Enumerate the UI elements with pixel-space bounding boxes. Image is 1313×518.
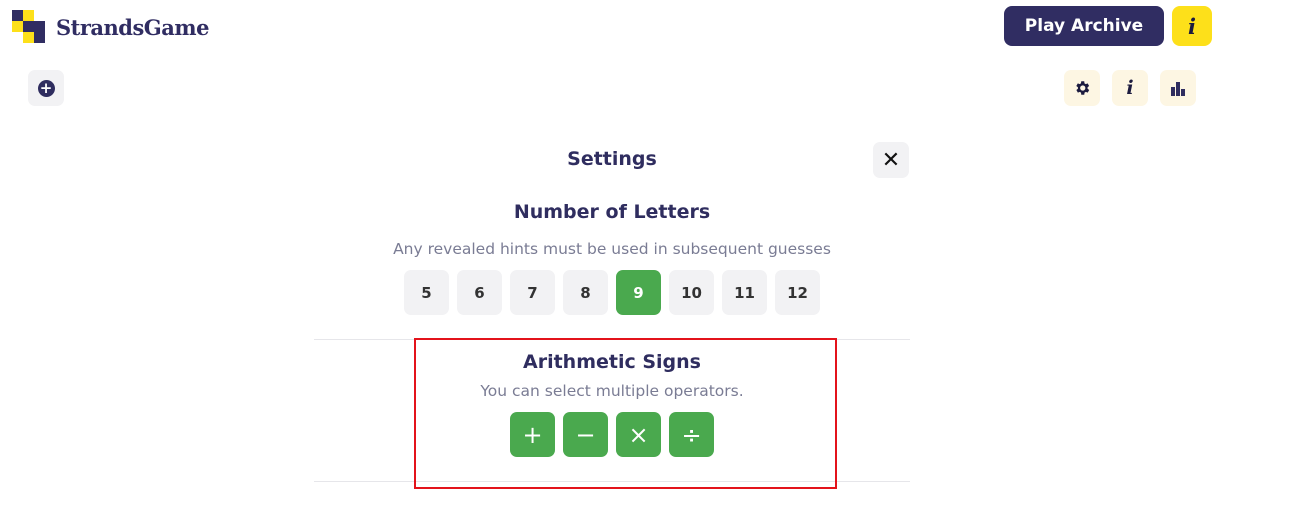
play-archive-button[interactable]: Play Archive	[1004, 6, 1164, 46]
settings-title: Settings	[567, 148, 657, 170]
letters-section-title: Number of Letters	[513, 201, 711, 223]
letters-section-subtitle: Any revealed hints must be used in subse…	[393, 240, 831, 258]
bar-chart-icon	[1171, 82, 1185, 96]
logo-mark-icon	[12, 10, 46, 44]
highlight-box	[414, 338, 837, 489]
help-button[interactable]: i	[1112, 70, 1148, 106]
letter-count-option[interactable]: 6	[457, 270, 502, 315]
brand-logo[interactable]: StrandsGame	[12, 10, 209, 44]
letter-count-option[interactable]: 7	[510, 270, 555, 315]
stats-button[interactable]	[1160, 70, 1196, 106]
brand-name: StrandsGame	[56, 14, 209, 40]
plus-circle-icon: +	[37, 79, 55, 97]
letter-count-option-selected[interactable]: 9	[616, 270, 661, 315]
letter-count-option[interactable]: 11	[722, 270, 767, 315]
letter-count-option[interactable]: 8	[563, 270, 608, 315]
letter-count-option[interactable]: 5	[404, 270, 449, 315]
settings-button[interactable]	[1064, 70, 1100, 106]
close-button[interactable]: ✕	[873, 142, 909, 178]
letter-count-option[interactable]: 12	[775, 270, 820, 315]
info-button[interactable]: i	[1172, 6, 1212, 46]
add-button[interactable]: +	[28, 70, 64, 106]
letter-count-options: 5 6 7 8 9 10 11 12	[404, 270, 820, 315]
letter-count-option[interactable]: 10	[669, 270, 714, 315]
gear-icon	[1076, 81, 1090, 95]
